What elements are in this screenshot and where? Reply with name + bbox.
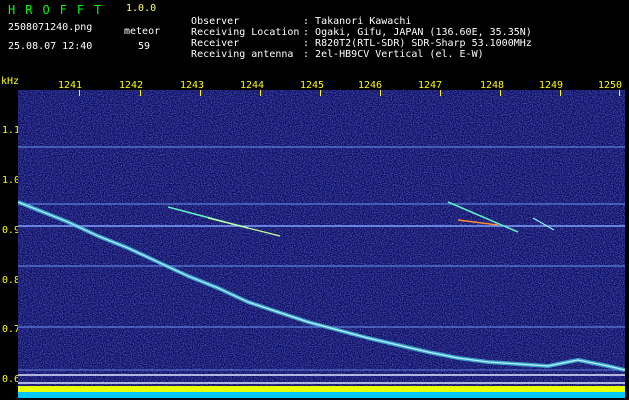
x-tick-mark (619, 90, 620, 96)
info-sep: : (303, 49, 310, 60)
info-row-receiver: Receiver: R820T2(RTL-SDR) SDR-Sharp 53.10… (179, 27, 532, 49)
app-version: 1.0.0 (126, 3, 157, 14)
spectrogram-noise (18, 90, 625, 398)
info-key: Receiving antenna (191, 49, 294, 60)
info-value: 2el-HB9CV Vertical (el. E-W) (315, 49, 484, 60)
info-row-observer: Observer: Takanori Kawachi (179, 5, 411, 27)
x-tick-mark (560, 90, 561, 96)
x-tick-mark (500, 90, 501, 96)
x-tick-mark (380, 90, 381, 96)
meteor-count: 59 (138, 41, 151, 52)
app-title: HROFFT (8, 3, 112, 17)
meteor-label: meteor (124, 26, 161, 37)
x-tick-mark (440, 90, 441, 96)
x-tick-mark (260, 90, 261, 96)
signal-level-baseline (18, 392, 625, 398)
y-axis-unit: kHz (1, 76, 20, 87)
info-row-location: Receiving Location: Ogaki, Gifu, JAPAN (1… (179, 16, 532, 38)
info-row-antenna: Receiving antenna:2el-HB9CV Vertical (el… (179, 38, 484, 60)
x-tick-mark (140, 90, 141, 96)
x-tick-mark (200, 90, 201, 96)
spectrogram-plot (18, 90, 625, 398)
x-tick-mark (79, 90, 80, 96)
file-name: 2508071240.png (8, 22, 93, 33)
timestamp: 25.08.07 12:40 (8, 41, 93, 52)
x-tick-mark (320, 90, 321, 96)
